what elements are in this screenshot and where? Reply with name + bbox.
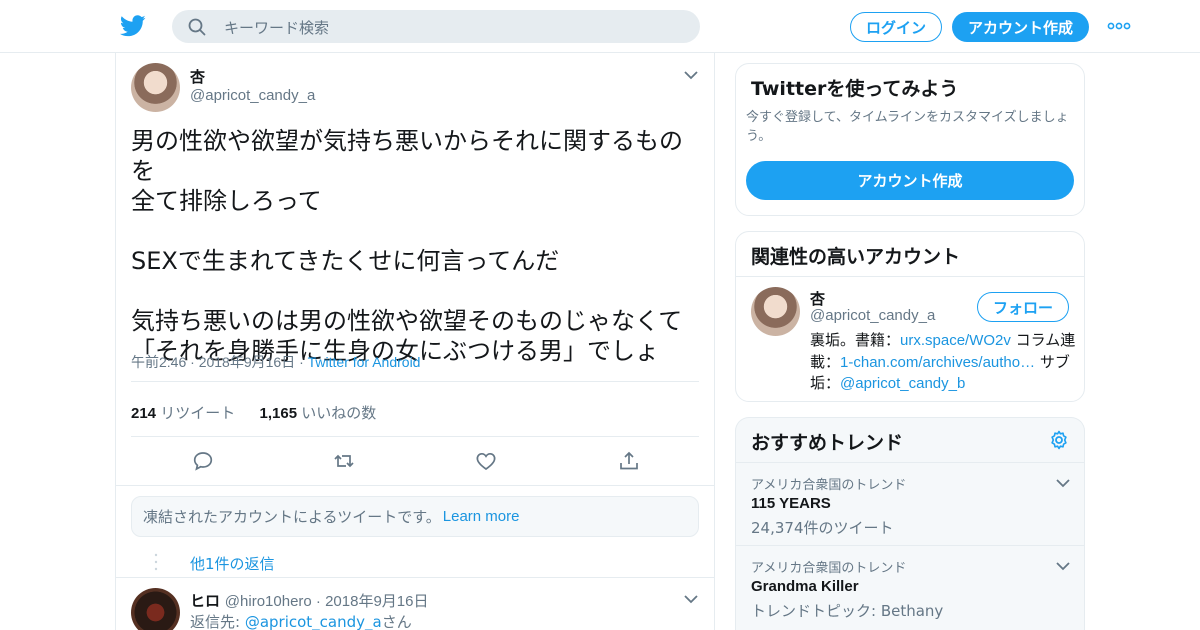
- more-dots-icon[interactable]: [1107, 22, 1131, 30]
- tweet-stats: 214 リツイート 1,165 いいねの数: [131, 402, 376, 423]
- trend-context: アメリカ合衆国のトレンド: [751, 561, 907, 576]
- promo-title: Twitterを使ってみよう: [751, 78, 959, 100]
- follow-button[interactable]: フォロー: [977, 292, 1069, 322]
- divider: [131, 436, 699, 437]
- related-name[interactable]: 杏: [810, 288, 825, 309]
- tweet-author-handle[interactable]: @apricot_candy_a: [190, 87, 315, 104]
- trend-context: アメリカ合衆国のトレンド: [751, 478, 907, 493]
- chevron-down-icon[interactable]: [1056, 562, 1070, 571]
- divider: [116, 577, 714, 578]
- learn-more-link[interactable]: Learn more: [443, 508, 520, 525]
- divider: [736, 276, 1084, 277]
- twitter-bird-icon[interactable]: [120, 14, 146, 38]
- retweet-count[interactable]: 214 リツイート: [131, 405, 235, 422]
- trend-meta: トレンドトピック: Bethany: [751, 602, 944, 620]
- like-count[interactable]: 1,165 いいねの数: [260, 405, 377, 422]
- chevron-down-icon[interactable]: [684, 71, 698, 80]
- trends-card: おすすめトレンド アメリカ合衆国のトレンド 115 YEARS 24,374件の…: [735, 417, 1085, 630]
- trends-title: おすすめトレンド: [751, 432, 904, 454]
- top-navigation-bar: ログイン アカウント作成: [0, 0, 1200, 53]
- reply-avatar[interactable]: [131, 588, 180, 630]
- share-icon[interactable]: [618, 450, 640, 472]
- related-title: 関連性の高いアカウント: [751, 246, 961, 268]
- tweet-timestamp: 午前2:46 · 2018年9月16日 · Twitter for Androi…: [131, 352, 420, 372]
- search-input[interactable]: [222, 10, 686, 45]
- gear-icon[interactable]: [1049, 430, 1069, 450]
- reply-to-line: 返信先: @apricot_candy_aさん: [190, 613, 412, 630]
- chevron-down-icon[interactable]: [684, 595, 698, 604]
- related-bio: 裏垢。書籍：urx.space/WO2v コラム連載：1-chan.com/ar…: [810, 331, 1076, 392]
- tweet-text: 男の性欲や欲望が気持ち悪いからそれに関するものを 全て排除しろって SEXで生ま…: [131, 127, 683, 365]
- thread-dots-icon: [154, 553, 158, 571]
- tweet-column: 杏 @apricot_candy_a 男の性欲や欲望が気持ち悪いからそれに関する…: [115, 53, 715, 630]
- tweet-source-link[interactable]: Twitter for Android: [308, 354, 421, 370]
- retweet-icon[interactable]: [333, 450, 355, 472]
- trend-name[interactable]: 115 YEARS: [751, 495, 831, 512]
- reply-to-link[interactable]: @apricot_candy_a: [245, 613, 382, 630]
- related-accounts-card: 関連性の高いアカウント 杏 @apricot_candy_a フォロー 裏垢。書…: [735, 231, 1085, 402]
- suspended-account-notice: 凍結されたアカウントによるツイートです。 Learn more: [131, 496, 699, 537]
- tweet-author-name[interactable]: 杏: [190, 66, 205, 87]
- bio-link-subaccount[interactable]: @apricot_candy_b: [840, 375, 965, 392]
- related-avatar[interactable]: [751, 287, 800, 336]
- trend-item[interactable]: アメリカ合衆国のトレンド Grandma Killer トレンドトピック: Be…: [736, 545, 1084, 629]
- bio-link-column[interactable]: 1-chan.com/archives/autho…: [840, 354, 1035, 371]
- divider: [131, 381, 699, 382]
- trend-item[interactable]: アメリカ合衆国のトレンド 115 YEARS 24,374件のツイート: [736, 462, 1084, 546]
- tweet-time[interactable]: 午前2:46 · 2018年9月16日 ·: [131, 354, 308, 370]
- like-heart-icon[interactable]: [475, 450, 497, 472]
- notice-text: 凍結されたアカウントによるツイートです。: [143, 509, 441, 526]
- more-replies-link[interactable]: 他1件の返信: [190, 553, 275, 574]
- signup-button[interactable]: アカウント作成: [952, 12, 1089, 42]
- login-button[interactable]: ログイン: [850, 12, 942, 42]
- avatar[interactable]: [131, 63, 180, 112]
- reply-author[interactable]: ヒロ @hiro10hero · 2018年9月16日: [190, 590, 428, 611]
- reply-icon[interactable]: [192, 450, 214, 472]
- divider: [116, 485, 714, 486]
- search-box[interactable]: [172, 10, 700, 45]
- signup-promo-card: Twitterを使ってみよう 今すぐ登録して、タイムラインをカスタマイズしましょ…: [735, 63, 1085, 216]
- chevron-down-icon[interactable]: [1056, 479, 1070, 488]
- trend-meta: 24,374件のツイート: [751, 519, 894, 537]
- promo-signup-button[interactable]: アカウント作成: [746, 161, 1074, 200]
- trend-name[interactable]: Grandma Killer: [751, 578, 859, 595]
- search-icon: [188, 18, 206, 36]
- bio-link-book[interactable]: urx.space/WO2v: [900, 332, 1011, 349]
- promo-subtitle: 今すぐ登録して、タイムラインをカスタマイズしましょう。: [746, 110, 1069, 144]
- related-handle[interactable]: @apricot_candy_a: [810, 307, 935, 324]
